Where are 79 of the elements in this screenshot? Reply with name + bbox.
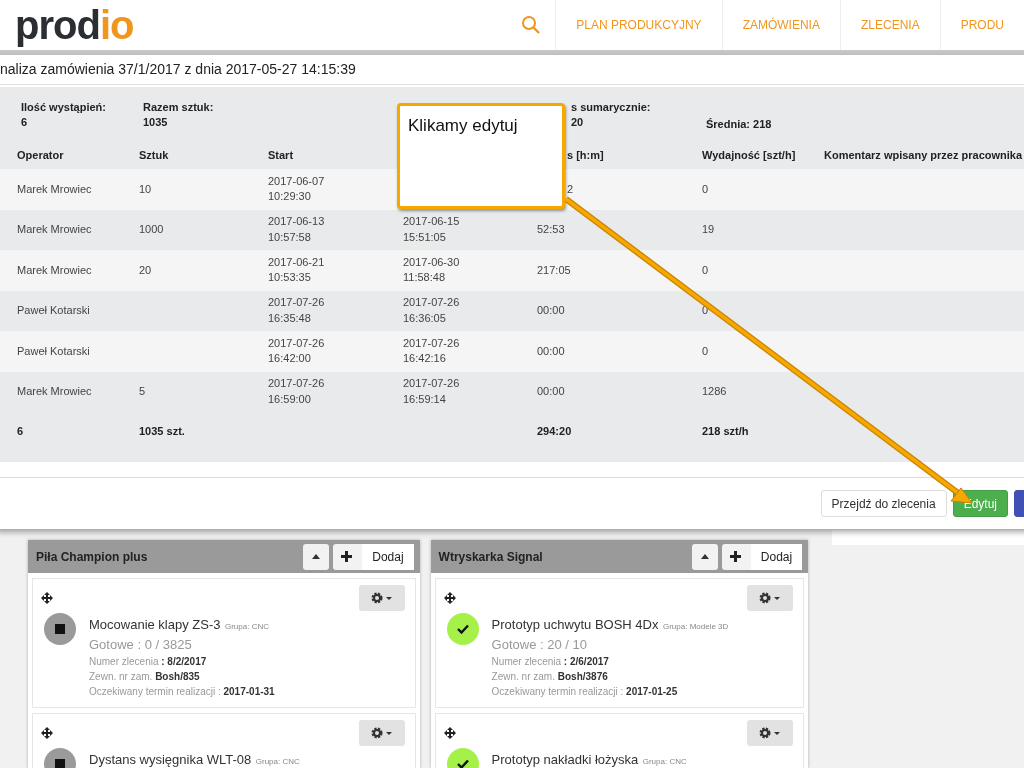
table-cell: 2017-07-26 16:42:00 xyxy=(268,336,325,365)
progress-text: Gotowe : 20 / 10 xyxy=(491,637,588,652)
task-title: Dystans wysięgnika WLT-08 xyxy=(89,752,252,767)
logo[interactable]: prodio xyxy=(15,5,134,45)
summary-value: 20 xyxy=(571,116,585,128)
callout-text: Klikamy edytuj xyxy=(408,116,518,135)
field-label: Numer zlecenia xyxy=(491,656,562,667)
column-header: s [h:m] xyxy=(567,149,604,162)
task-title: Mocowanie klapy ZS-3 xyxy=(89,617,221,632)
table-cell: 2 xyxy=(567,182,574,195)
group-label: Grupa: CNC xyxy=(642,757,687,766)
table-cell: 20 xyxy=(139,263,152,276)
board-title: Piła Champion plus xyxy=(36,549,148,564)
table-cell: 19 xyxy=(702,223,715,236)
field-label: Numer zlecenia xyxy=(89,656,159,667)
field-value: : 2/6/2017 xyxy=(563,656,609,667)
table-cell: Paweł Kotarski xyxy=(17,304,90,317)
table-cell: 1286 xyxy=(702,385,727,398)
field-label: Zewn. nr zam. xyxy=(491,671,555,682)
total-cell: 294:20 xyxy=(537,425,572,438)
summary-value: 6 xyxy=(21,116,29,128)
table-cell: 2017-07-26 16:36:05 xyxy=(403,296,460,324)
table-cell: 2017-06-07 10:29:30 xyxy=(268,174,325,203)
column-header: Komentarz wpisany przez pracownika xyxy=(824,149,1023,162)
table-cell: 5 xyxy=(139,385,146,398)
table-cell: 00:00 xyxy=(537,385,565,398)
summary-label: Ilość wystąpień: xyxy=(21,101,107,113)
column-header: Wydajność [szt/h] xyxy=(702,149,796,162)
table-cell: 00:00 xyxy=(537,304,565,317)
field-value: Bosh/3876 xyxy=(557,671,608,682)
task-title: Prototyp nakładki łożyska xyxy=(491,752,639,767)
go-to-order-button[interactable]: Przejdź do zlecenia xyxy=(820,490,947,517)
progress-text: Gotowe : 0 / 3825 xyxy=(89,637,193,652)
task-title: Prototyp uchwytu BOSH 4Dx xyxy=(491,617,659,632)
table-cell: Marek Mrowiec xyxy=(17,385,92,398)
table-cell: 2017-07-26 16:59:14 xyxy=(403,377,460,405)
table-cell: 0 xyxy=(702,344,709,357)
modal-title: naliza zamówienia 37/1/2017 z dnia 2017-05-27 14:15:39 xyxy=(0,55,1024,85)
add-button[interactable]: Dodaj xyxy=(333,543,414,570)
table-cell: 2017-06-15 15:51:05 xyxy=(403,215,460,243)
table-cell: 00:00 xyxy=(537,344,565,357)
table-cell: Paweł Kotarski xyxy=(17,344,90,357)
table-cell: 52:53 xyxy=(537,223,565,236)
field-label: Oczekiwany termin realizacji : xyxy=(491,686,624,697)
column-header: Sztuk xyxy=(139,149,169,162)
field-value: : 8/2/2017 xyxy=(161,656,207,667)
group-label: Grupa: CNC xyxy=(224,622,269,631)
table-cell: Marek Mrowiec xyxy=(17,263,92,276)
summary-label: Razem sztuk: xyxy=(143,101,215,113)
column-header: Start xyxy=(268,149,294,162)
total-cell: 218 szt/h xyxy=(702,425,749,438)
summary-label: Średnia: 218 xyxy=(706,118,773,130)
table-cell: 2017-06-21 10:53:35 xyxy=(268,255,325,284)
field-label: Oczekiwany termin realizacji : xyxy=(89,686,221,697)
table-cell: 2017-07-26 16:59:00 xyxy=(268,377,325,405)
table-cell: 2017-06-13 10:57:58 xyxy=(268,215,325,243)
table-cell: 0 xyxy=(702,263,709,276)
table-cell: Marek Mrowiec xyxy=(17,182,92,195)
table-cell: 2017-07-26 16:35:48 xyxy=(268,296,325,324)
group-label: Grupa: CNC xyxy=(255,757,300,766)
table-cell: 2017-07-26 16:42:16 xyxy=(403,336,460,365)
summary-value: 1035 xyxy=(143,116,169,128)
field-value: 2017-01-25 xyxy=(626,686,678,697)
column-header: Operator xyxy=(17,149,64,162)
table-cell: Marek Mrowiec xyxy=(17,223,92,236)
total-cell: 6 xyxy=(17,425,24,438)
table-cell: 2017-06-30 11:58:48 xyxy=(403,255,460,284)
total-cell: 1035 szt. xyxy=(139,425,185,438)
table-cell: 217:05 xyxy=(537,263,571,276)
board-title: Wtryskarka Signal xyxy=(438,549,543,564)
table-cell: 0 xyxy=(702,182,709,195)
field-label: Zewn. nr zam. xyxy=(89,671,153,682)
summary-label: s sumarycznie: xyxy=(571,101,652,113)
field-value: 2017-01-31 xyxy=(223,686,275,697)
add-button[interactable]: Dodaj xyxy=(721,543,803,570)
table-cell: 10 xyxy=(139,182,152,195)
table-cell: 1000 xyxy=(139,223,164,236)
group-label: Grupa: Modele 3D xyxy=(662,622,729,631)
field-value: Bosh/835 xyxy=(155,671,200,682)
